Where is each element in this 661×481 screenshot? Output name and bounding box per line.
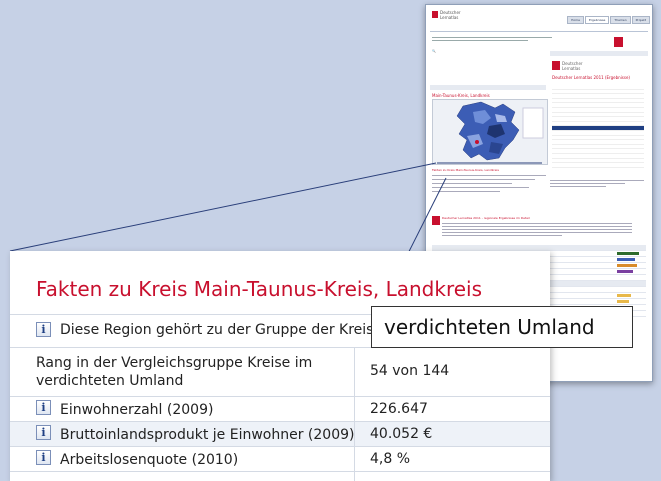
gdp-label: Bruttoinlandsprodukt je Einwohner (2009): [60, 427, 355, 443]
tooltip: verdichteten Umland: [371, 306, 633, 348]
population-label: Einwohnerzahl (2009): [60, 402, 214, 418]
population-value: 226.647: [370, 401, 428, 417]
rank-value: 54 von 144: [370, 363, 450, 379]
table-row: Rang in der Vergleichsgruppe Kreise im v…: [10, 348, 550, 396]
unemployment-value: 4,8 %: [370, 451, 411, 467]
info-icon[interactable]: i: [36, 400, 51, 415]
group-info-text: Diese Region gehört zu der Gruppe der Kr…: [60, 322, 405, 338]
rank-label: Rang in der Vergleichsgruppe Kreise im v…: [36, 355, 313, 389]
unemployment-label: Arbeitslosenquote (2010): [60, 452, 239, 468]
table-row: i Bruttoinlandsprodukt je Einwohner (200…: [10, 422, 550, 446]
facts-panel-zoom: Fakten zu Kreis Main-Taunus-Kreis, Landk…: [10, 251, 550, 481]
info-icon[interactable]: i: [36, 450, 51, 465]
gdp-value: 40.052 €: [370, 426, 433, 442]
table-row: i Arbeitslosenquote (2010) 4,8 %: [10, 447, 550, 471]
info-icon[interactable]: i: [36, 425, 51, 440]
table-row: i Einwohnerzahl (2009) 226.647: [10, 397, 550, 421]
info-icon[interactable]: i: [36, 322, 51, 337]
facts-title: Fakten zu Kreis Main-Taunus-Kreis, Landk…: [36, 277, 483, 301]
